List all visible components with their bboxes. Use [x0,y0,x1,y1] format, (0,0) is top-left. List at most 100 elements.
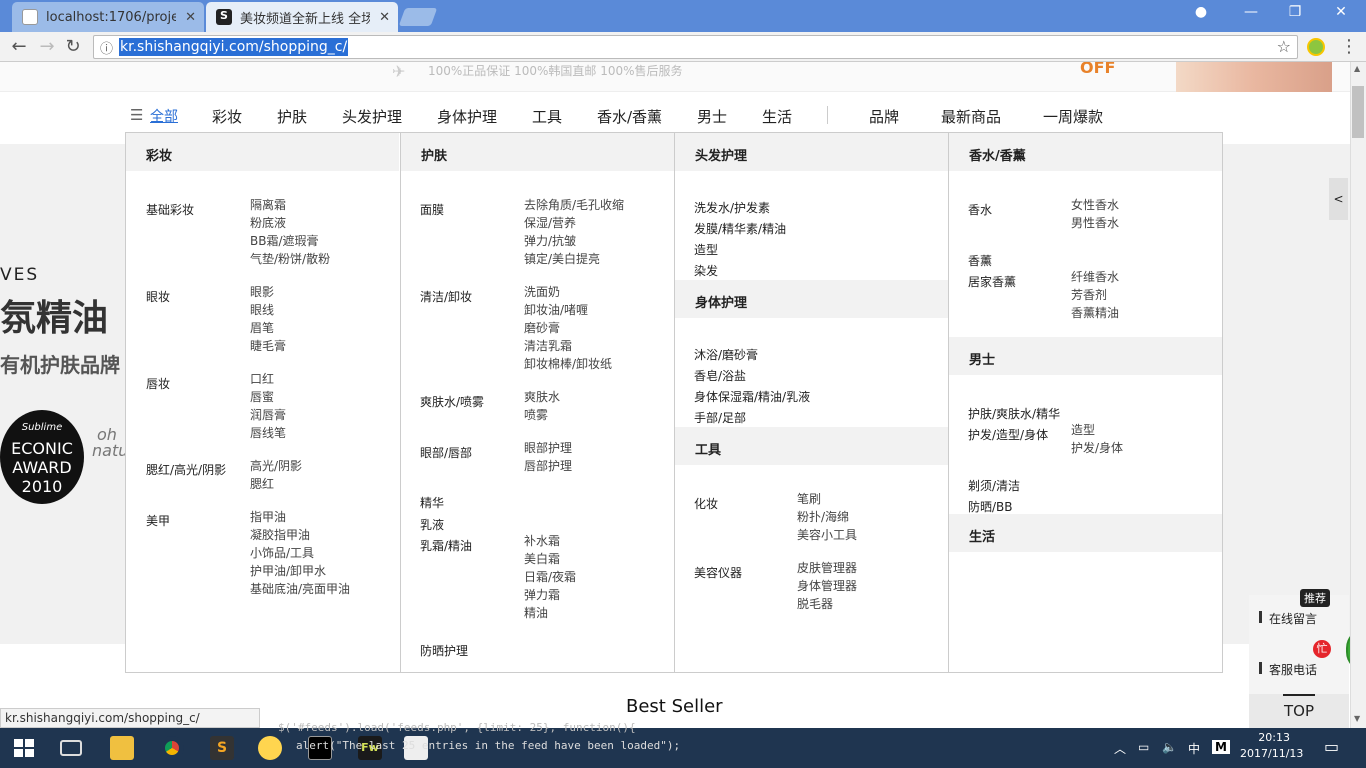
scroll-down-icon[interactable]: ▼ [1354,714,1360,723]
hero-ad[interactable]: VES 氛精油 有机护肤品牌 Sublime ECONIC AWARD 2010… [0,257,128,517]
menu-subitem[interactable]: 清洁乳霜 [524,337,612,355]
promo-image[interactable] [1176,62,1332,92]
maximize-icon[interactable]: ❐ [1280,4,1310,26]
nav-haircare[interactable]: 头发护理 [342,106,402,127]
nav-tools[interactable]: 工具 [532,106,562,127]
menu-subitem[interactable]: 身体管理器 [797,577,857,595]
menu-col-head[interactable]: 彩妆 [126,133,399,171]
nav-all[interactable]: 全部 [150,106,178,126]
profile-icon[interactable]: ● [1186,4,1216,26]
volume-icon[interactable]: 🔈 [1162,740,1177,754]
menu-col-head[interactable]: 香水/香薰 [949,133,1222,171]
close-icon[interactable]: ✕ [185,10,196,25]
menu-category[interactable]: 基础彩妆 [146,201,194,218]
menu-subitem[interactable]: 纤维香水 [1071,268,1119,286]
menu-category[interactable]: 眼部/唇部 [420,444,472,461]
tab-localhost[interactable]: localhost:1706/project/ ✕ [12,2,204,32]
menu-category[interactable]: 爽肤水/喷雾 [420,393,484,410]
menu-subitem[interactable]: 造型 [694,240,786,261]
menu-subitem[interactable]: 爽肤水 [524,388,560,406]
menu-category[interactable]: 护肤/爽肤水/精华 [968,405,1060,422]
ime-indicator[interactable]: 中 [1188,740,1200,757]
menu-subitem[interactable]: 弹力霜 [524,586,576,604]
menu-subitem[interactable]: 唇线笔 [250,424,286,442]
task-view-icon[interactable] [60,740,82,756]
menu-subitem[interactable]: 香皂/浴盐 [694,366,810,387]
network-icon[interactable]: ▭ [1138,740,1149,754]
menu-subitem[interactable]: 男性香水 [1071,214,1119,232]
menu-subitem[interactable]: 脱毛器 [797,595,857,613]
menu-subitem[interactable]: 眼部护理 [524,439,572,457]
menu-category[interactable]: 精华 [420,494,444,511]
online-message-link[interactable]: 在线留言 [1269,610,1317,627]
menu-subitem[interactable]: 皮肤管理器 [797,559,857,577]
close-window-icon[interactable]: ✕ [1326,4,1356,26]
menu-category[interactable]: 眼妆 [146,288,170,305]
menu-subitem[interactable]: 眉笔 [250,319,286,337]
nav-men[interactable]: 男士 [697,106,727,127]
menu-subitem[interactable]: 女性香水 [1071,196,1119,214]
back-to-top-button[interactable]: TOP [1249,694,1349,728]
nav-bodycare[interactable]: 身体护理 [437,106,497,127]
menu-subitem[interactable]: 高光/阴影 [250,457,302,475]
menu-subitem[interactable]: 气垫/粉饼/散粉 [250,250,330,268]
scrollbar-thumb[interactable] [1352,86,1364,138]
file-explorer-icon[interactable] [110,736,134,760]
menu-subitem[interactable]: 口红 [250,370,286,388]
menu-subitem[interactable]: 去除角质/毛孔收缩 [524,196,624,214]
scrollbar[interactable] [1350,62,1366,728]
menu-subitem[interactable]: 睫毛膏 [250,337,286,355]
scroll-up-icon[interactable]: ▲ [1354,64,1360,73]
menu-subitem[interactable]: 日霜/夜霜 [524,568,576,586]
notification-icon[interactable]: ▭ [1324,737,1339,756]
menu-subitem[interactable]: 粉扑/海绵 [797,508,857,526]
menu-subitem[interactable]: 洗面奶 [524,283,612,301]
menu-subitem[interactable]: 弹力/抗皱 [524,232,624,250]
url-text[interactable]: kr.shishangqiyi.com/shopping_c/ [119,38,349,56]
menu-col-head[interactable]: 生活 [949,514,1222,552]
menu-category[interactable]: 香薰 [968,252,992,269]
fireworks-icon[interactable]: Fw [358,736,382,760]
menu-category[interactable]: 居家香薰 [968,273,1016,290]
menu-subitem[interactable]: 眼线 [250,301,286,319]
info-icon[interactable]: ⓘ [100,38,113,57]
reload-icon[interactable]: ↻ [62,37,84,57]
nav-skincare[interactable]: 护肤 [277,106,307,127]
forward-icon[interactable]: → [36,37,58,57]
clock[interactable]: 20:13 2017/11/13 [1240,730,1303,762]
menu-subitem[interactable]: 隔离霜 [250,196,330,214]
weather-icon[interactable] [258,736,282,760]
menu-category[interactable]: 唇妆 [146,375,170,392]
nav-brands[interactable]: 品牌 [869,106,899,127]
menu-category[interactable]: 清洁/卸妆 [420,288,472,305]
nav-perfume[interactable]: 香水/香薰 [597,106,662,127]
terminal-icon[interactable] [308,736,332,760]
menu-subitem[interactable]: 腮红 [250,475,302,493]
menu-subitem[interactable]: 卸妆油/啫喱 [524,301,612,319]
menu-subitem[interactable]: 眼影 [250,283,286,301]
menu-subitem[interactable]: 身体保湿霜/精油/乳液 [694,387,810,408]
menu-category[interactable]: 美容仪器 [694,564,742,581]
nav-life[interactable]: 生活 [762,106,792,127]
extension-icon[interactable] [1307,38,1325,56]
menu-subitem[interactable]: 磨砂膏 [524,319,612,337]
back-icon[interactable]: ← [8,37,30,57]
menu-category[interactable]: 剃须/清洁 [968,477,1020,494]
menu-subitem[interactable]: 卸妆棉棒/卸妆纸 [524,355,612,373]
menu-category[interactable]: 护发/造型/身体 [968,426,1048,443]
url-input[interactable]: ⓘ kr.shishangqiyi.com/shopping_c/ ☆ [93,35,1298,59]
menu-subitem[interactable]: 护甲油/卸甲水 [250,562,350,580]
menu-category[interactable]: 腮红/高光/阴影 [146,461,226,478]
notepad-icon[interactable] [404,736,428,760]
menu-subitem[interactable]: 指甲油 [250,508,350,526]
menu-subitem[interactable]: 基础底油/亮面甲油 [250,580,350,598]
menu-col-head[interactable]: 护肤 [401,133,674,171]
star-icon[interactable]: ☆ [1277,37,1291,56]
minimize-icon[interactable]: — [1236,4,1266,26]
menu-subitem[interactable]: 唇部护理 [524,457,572,475]
menu-subitem[interactable]: 喷雾 [524,406,560,424]
menu-subitem[interactable]: 笔刷 [797,490,857,508]
menu-category[interactable]: 乳霜/精油 [420,537,472,554]
menu-subitem[interactable]: 护发/身体 [1071,439,1123,457]
sublime-icon[interactable]: S [210,736,234,760]
